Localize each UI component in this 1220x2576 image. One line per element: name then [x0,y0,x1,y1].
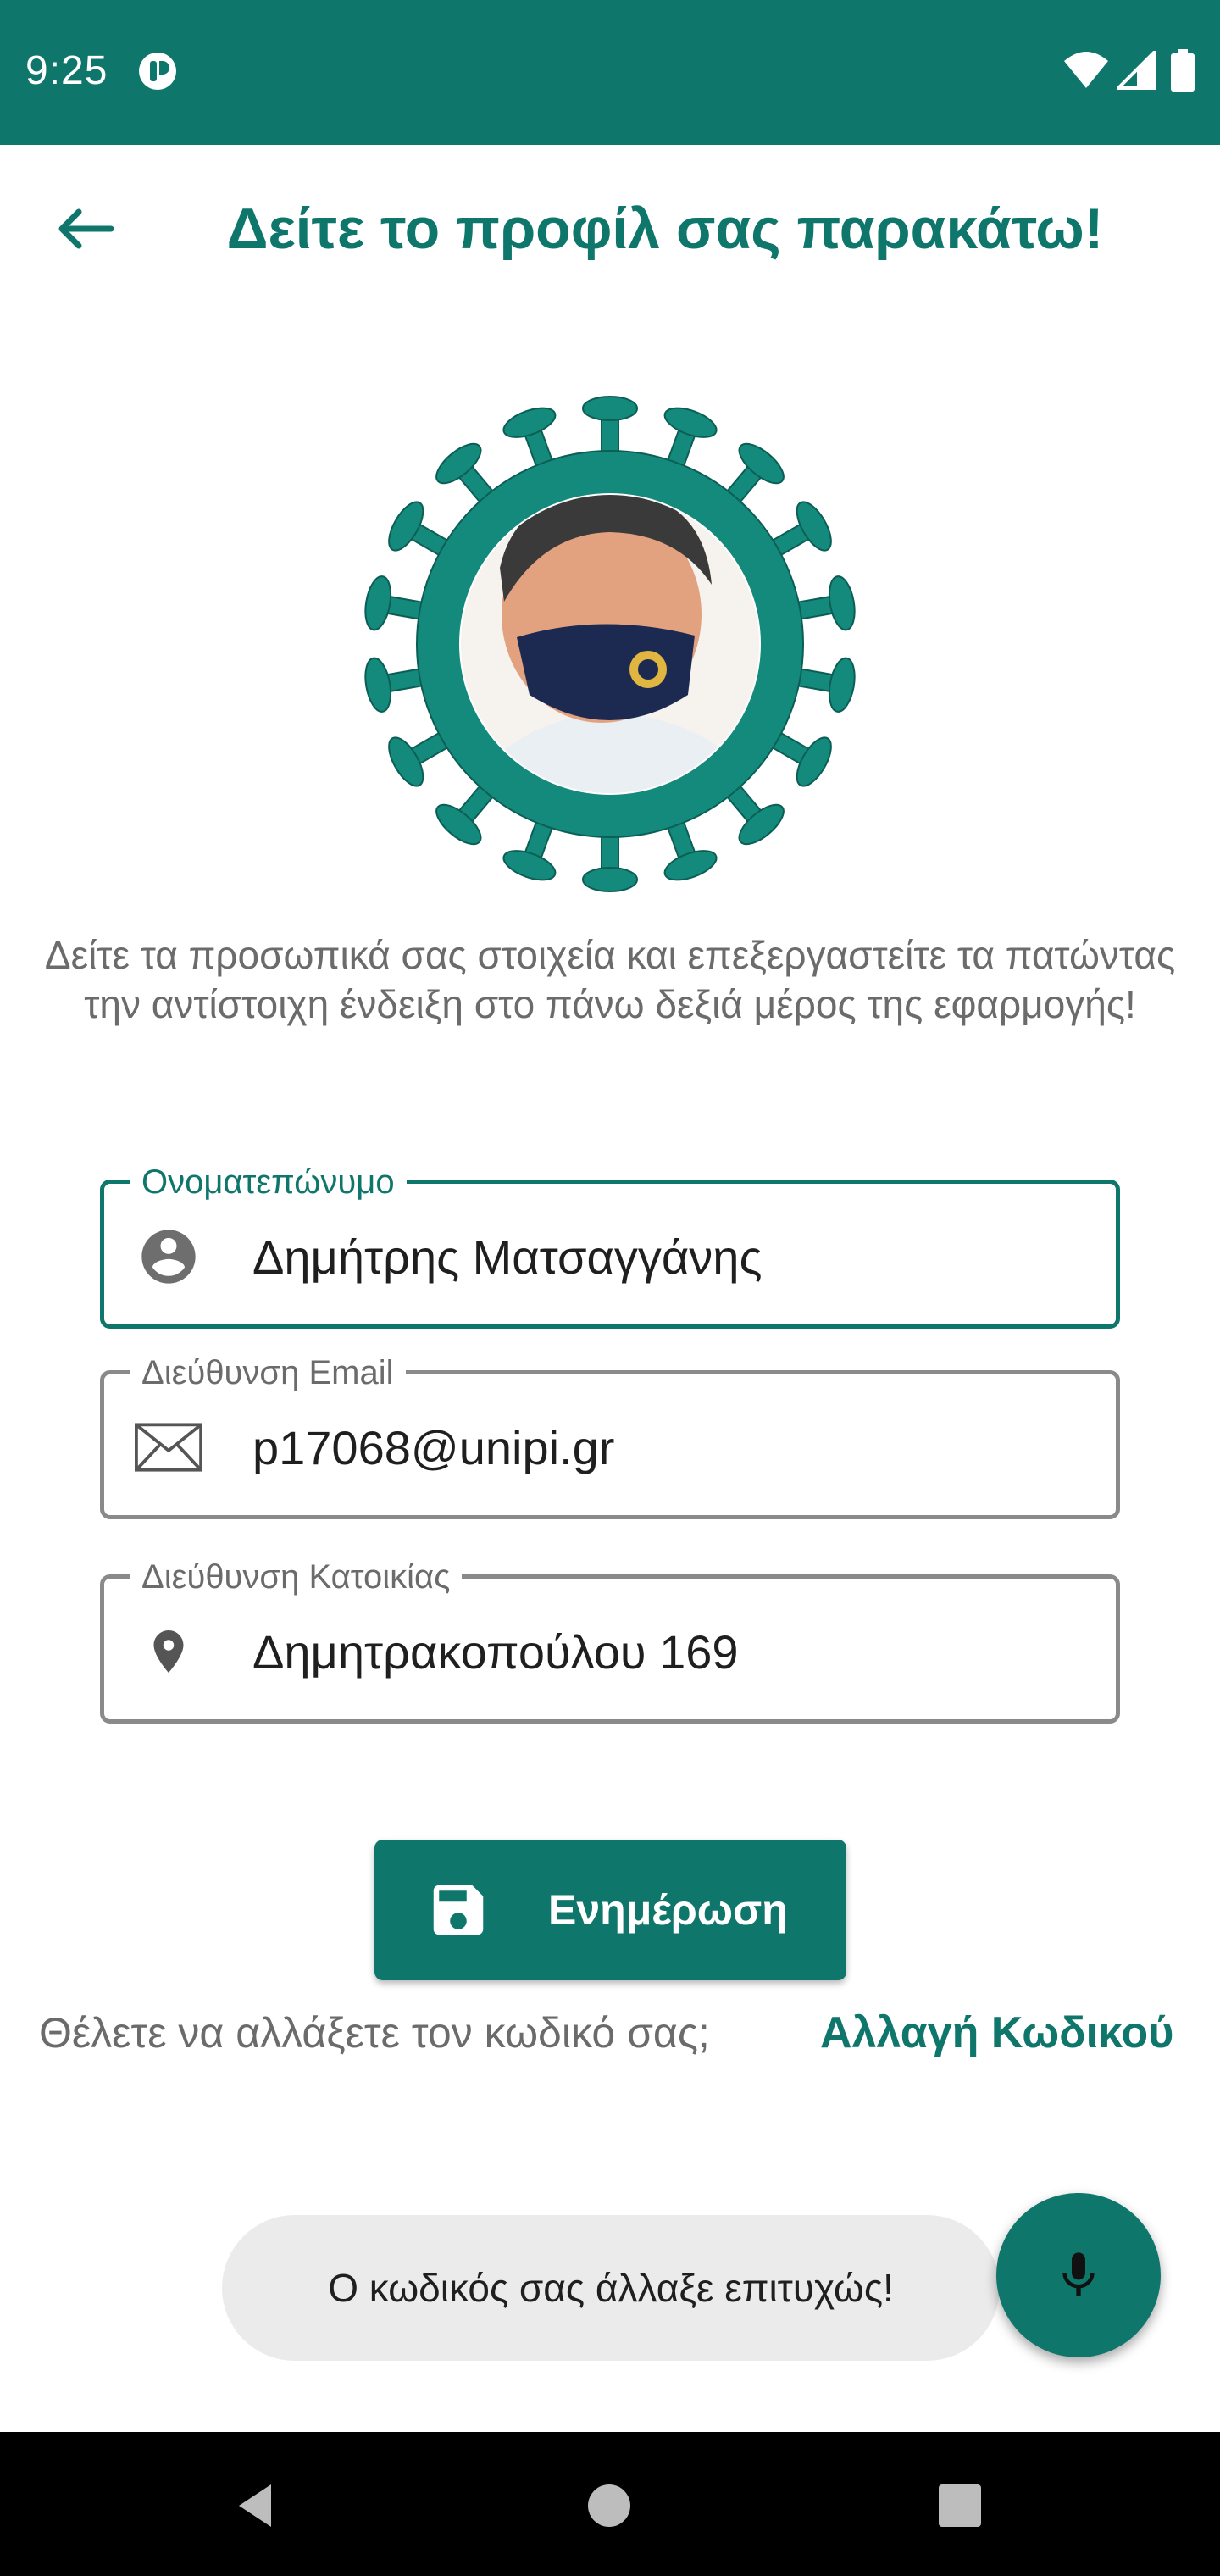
location-pin-icon [135,1618,202,1685]
email-value: p17068@unipi.gr [252,1421,615,1474]
nav-recents-icon[interactable] [930,2476,990,2535]
toast-text: Ο κωδικός σας άλλαξε επιτυχώς! [328,2266,894,2310]
email-icon [135,1413,202,1481]
microphone-icon [1062,2252,1095,2296]
email-field[interactable]: Διεύθυνση Email p17068@unipi.gr [100,1354,1120,1519]
address-value: Δημητρακοπούλου 169 [252,1625,739,1679]
page-title: Δείτε το προφίλ σας παρακάτω! [226,197,1104,261]
email-field-label: Διεύθυνση Email [130,1354,406,1391]
address-field-label: Διεύθυνση Κατοικίας [130,1558,463,1596]
status-time: 9:25 [25,48,108,93]
name-value: Δημήτρης Ματσαγγάνης [252,1230,762,1284]
notification-icon [139,53,176,90]
address-field[interactable]: Διεύθυνση Κατοικίας Δημητρακοπούλου 169 [100,1558,1120,1724]
profile-avatar [360,396,860,892]
nav-back-icon[interactable] [227,2476,286,2535]
battery-icon [1171,49,1195,92]
change-password-link[interactable]: Αλλαγή Κωδικού [820,2007,1173,2059]
arrow-back-icon [58,208,114,249]
save-icon [433,1885,484,1935]
nav-home-icon[interactable] [580,2476,639,2535]
account-circle-icon [135,1223,202,1291]
toast-message: Ο κωδικός σας άλλαξε επιτυχώς! [222,2215,1000,2361]
back-button[interactable] [42,191,127,267]
status-bar: 9:25 [0,0,1220,145]
name-field[interactable]: Ονοματεπώνυμο Δημήτρης Ματσαγγάνης [100,1163,1120,1329]
profile-description: Δείτε τα προσωπικά σας στοιχεία και επεξ… [44,933,1176,1026]
signal-icon [1117,51,1156,90]
name-field-label: Ονοματεπώνυμο [130,1163,407,1201]
voice-input-button[interactable] [996,2193,1161,2357]
wifi-icon [1064,52,1108,88]
change-password-question: Θέλετε να αλλάξετε τον κωδικό σας; [39,2009,710,2057]
update-button[interactable]: Ενημέρωση [374,1840,846,1980]
update-button-label: Ενημέρωση [548,1886,788,1934]
